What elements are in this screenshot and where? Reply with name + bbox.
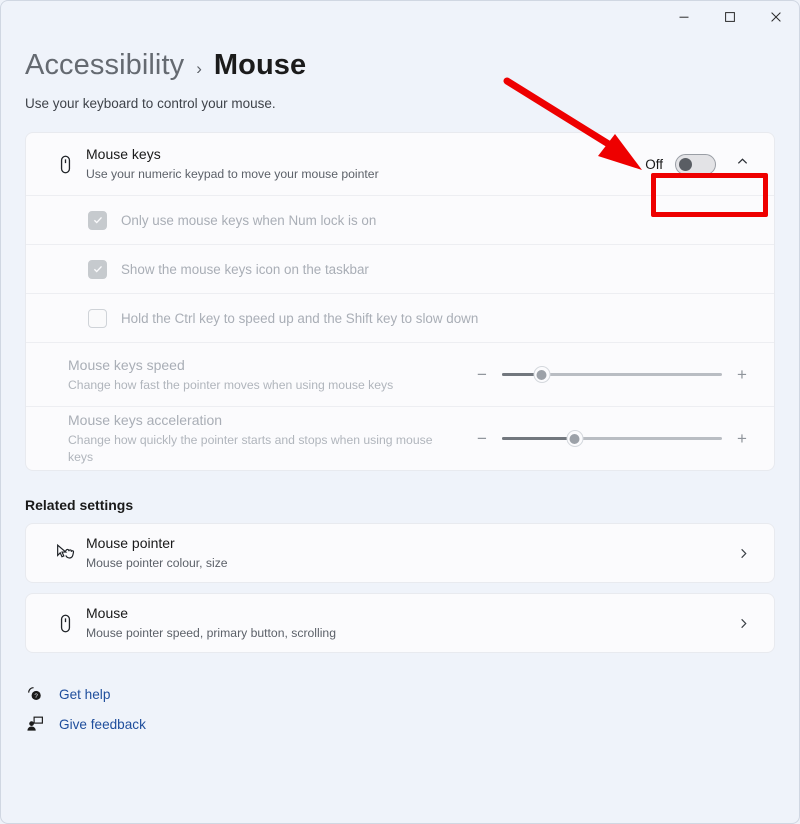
- page-title: Mouse: [213, 49, 307, 81]
- mouse-keys-toggle-label: Off: [645, 156, 663, 172]
- related-setting-mouse-pointer[interactable]: Mouse pointer Mouse pointer colour, size: [25, 523, 775, 583]
- page-header: Accessibility › Mouse Use your keyboard …: [1, 35, 799, 111]
- help-icon: ?: [25, 685, 45, 703]
- related-setting-title: Mouse: [86, 605, 129, 621]
- checkbox-taskbar-icon[interactable]: [88, 259, 107, 279]
- checkbox-label-ctrl-shift: Hold the Ctrl key to speed up and the Sh…: [121, 310, 479, 326]
- slider-speed-thumb[interactable]: [533, 366, 551, 383]
- slider-row-speed: Mouse keys speed Change how fast the poi…: [26, 342, 774, 406]
- related-setting-mouse[interactable]: Mouse Mouse pointer speed, primary butto…: [25, 593, 775, 653]
- related-setting-subtitle: Mouse pointer colour, size: [86, 556, 228, 570]
- slider-speed-controls: − +: [474, 366, 756, 383]
- slider-row-acceleration: Mouse keys acceleration Change how quick…: [26, 406, 774, 470]
- breadcrumb-parent[interactable]: Accessibility: [25, 49, 184, 82]
- slider-acceleration-fill: [502, 437, 575, 440]
- related-setting-text: Mouse pointer Mouse pointer colour, size: [86, 534, 730, 572]
- slider-acceleration-title: Mouse keys acceleration: [68, 412, 223, 428]
- chevron-up-icon: [736, 155, 749, 173]
- get-help-link[interactable]: ? Get help: [25, 679, 775, 709]
- checkbox-label-numlock: Only use mouse keys when Num lock is on: [121, 212, 377, 228]
- mouse-icon: [44, 154, 86, 175]
- checkbox-row-ctrl-shift[interactable]: Hold the Ctrl key to speed up and the Sh…: [26, 293, 774, 342]
- mouse-keys-subtitle: Use your numeric keypad to move your mou…: [86, 167, 379, 181]
- footer-links: ? Get help Give feedback: [1, 663, 799, 739]
- related-setting-subtitle: Mouse pointer speed, primary button, scr…: [86, 626, 336, 640]
- checkbox-numlock[interactable]: [88, 210, 107, 230]
- related-setting-row[interactable]: Mouse Mouse pointer speed, primary butto…: [26, 594, 774, 652]
- slider-speed-title: Mouse keys speed: [68, 356, 185, 373]
- slider-acceleration-thumb[interactable]: [566, 430, 584, 447]
- checkbox-row-numlock[interactable]: Only use mouse keys when Num lock is on: [26, 195, 774, 244]
- mouse-pointer-icon: [44, 542, 86, 564]
- slider-acceleration-subtitle: Change how quickly the pointer starts an…: [68, 433, 433, 464]
- get-help-label: Get help: [59, 686, 111, 702]
- maximize-button[interactable]: [707, 1, 753, 33]
- give-feedback-link[interactable]: Give feedback: [25, 709, 775, 739]
- slider-acceleration-increase-button[interactable]: +: [734, 430, 750, 447]
- mouse-keys-expander-button[interactable]: [728, 150, 756, 178]
- slider-acceleration[interactable]: [502, 430, 722, 447]
- checkbox-label-taskbar-icon: Show the mouse keys icon on the taskbar: [121, 261, 369, 277]
- slider-speed-subtitle: Change how fast the pointer moves when u…: [68, 377, 394, 392]
- give-feedback-label: Give feedback: [59, 716, 146, 732]
- slider-speed-text: Mouse keys speed Change how fast the poi…: [44, 356, 444, 394]
- related-setting-row[interactable]: Mouse pointer Mouse pointer colour, size: [26, 524, 774, 582]
- related-settings-heading: Related settings: [25, 497, 134, 513]
- breadcrumb-separator-icon: ›: [196, 59, 202, 78]
- close-icon: [770, 11, 782, 23]
- checkbox-row-taskbar-icon[interactable]: Show the mouse keys icon on the taskbar: [26, 244, 774, 293]
- close-button[interactable]: [753, 1, 799, 33]
- minimize-button[interactable]: [661, 1, 707, 33]
- settings-content: Mouse keys Use your numeric keypad to mo…: [1, 132, 799, 653]
- slider-acceleration-controls: − +: [474, 430, 756, 447]
- mouse-keys-text: Mouse keys Use your numeric keypad to mo…: [86, 145, 645, 183]
- related-setting-title: Mouse pointer: [86, 535, 175, 551]
- mouse-icon: [44, 613, 86, 634]
- mouse-keys-card: Mouse keys Use your numeric keypad to mo…: [25, 132, 775, 471]
- breadcrumb: Accessibility › Mouse: [25, 49, 775, 82]
- svg-text:?: ?: [34, 693, 38, 700]
- checkbox-ctrl-shift[interactable]: [88, 308, 107, 328]
- slider-speed[interactable]: [502, 366, 722, 383]
- minimize-icon: [678, 11, 690, 23]
- slider-speed-increase-button[interactable]: +: [734, 366, 750, 383]
- slider-speed-decrease-button[interactable]: −: [474, 366, 490, 383]
- page-subtitle: Use your keyboard to control your mouse.: [25, 96, 276, 111]
- chevron-right-icon: [730, 547, 756, 560]
- mouse-keys-row[interactable]: Mouse keys Use your numeric keypad to mo…: [26, 133, 774, 195]
- title-bar: [1, 1, 799, 35]
- slider-acceleration-decrease-button[interactable]: −: [474, 430, 490, 447]
- chevron-right-icon: [730, 617, 756, 630]
- maximize-icon: [724, 11, 736, 23]
- settings-window: Accessibility › Mouse Use your keyboard …: [0, 0, 800, 824]
- related-setting-text: Mouse Mouse pointer speed, primary butto…: [86, 604, 730, 642]
- toggle-knob: [679, 157, 692, 171]
- slider-acceleration-text: Mouse keys acceleration Change how quick…: [44, 411, 444, 466]
- mouse-keys-toggle-group: Off: [645, 150, 756, 178]
- feedback-icon: [25, 715, 45, 733]
- mouse-keys-toggle[interactable]: [675, 153, 716, 175]
- mouse-keys-title: Mouse keys: [86, 146, 161, 162]
